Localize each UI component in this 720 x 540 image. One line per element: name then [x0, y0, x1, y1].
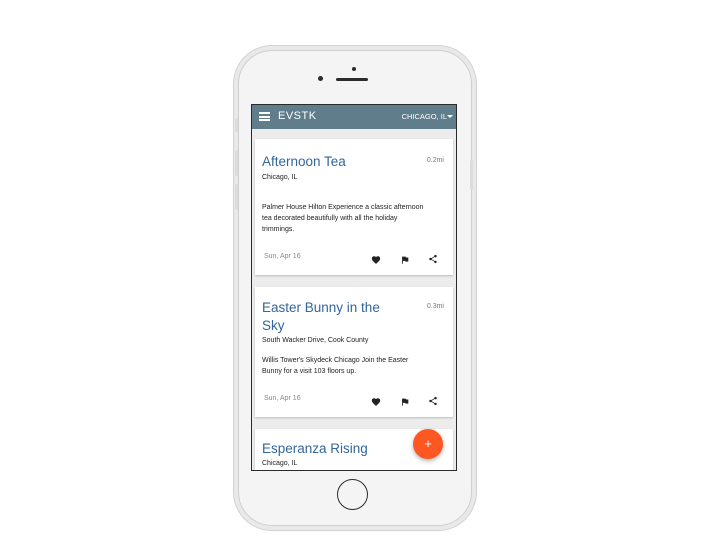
phone-sensor [352, 67, 356, 71]
title-line[interactable]: Easter Bunny in the [262, 299, 380, 317]
share-icon[interactable] [428, 254, 438, 264]
flag-icon[interactable] [400, 397, 410, 407]
event-distance: 0.3mi [426, 303, 444, 310]
event-card[interactable]: Easter Bunny in the Sky 0.3mi South Wack… [255, 287, 453, 417]
app-bar: EVSTK CHICAGO, IL [252, 105, 456, 129]
location-dropdown[interactable]: CHICAGO, IL [402, 112, 447, 121]
phone-speaker [336, 78, 368, 81]
event-title[interactable]: Easter Bunny in the Sky [262, 299, 380, 335]
event-address: Chicago, IL [262, 174, 298, 181]
description-line: Bunny for a visit 103 floors up. [262, 368, 357, 375]
phone-side-button [235, 118, 238, 132]
share-icon[interactable] [428, 396, 438, 406]
flag-icon[interactable] [400, 255, 410, 265]
caret-down-icon[interactable] [447, 115, 453, 118]
event-title[interactable]: Esperanza Rising [262, 440, 368, 458]
event-date: Sun, Apr 16 [264, 395, 301, 402]
description-line: trimmings. [262, 226, 295, 233]
event-description: Willis Tower's Skydeck Chicago Join the … [262, 355, 446, 377]
event-distance: 0.2mi [426, 157, 444, 164]
event-address: Chicago, IL [262, 460, 298, 467]
phone-camera [318, 76, 323, 81]
heart-icon[interactable] [371, 255, 381, 265]
title-line[interactable]: Sky [262, 317, 380, 335]
phone-power-button [470, 160, 473, 190]
add-event-button[interactable]: + [413, 429, 443, 459]
phone-volume-down [235, 184, 238, 210]
heart-icon[interactable] [371, 397, 381, 407]
event-description: Palmer House Hilton Experience a classic… [262, 202, 446, 235]
event-date: Sun, Apr 16 [264, 253, 301, 260]
event-card[interactable]: Afternoon Tea 0.2mi Chicago, IL Palmer H… [255, 139, 453, 275]
phone-home-button[interactable] [337, 479, 368, 510]
phone-volume-up [235, 150, 238, 176]
description-line: Willis Tower's Skydeck Chicago Join the … [262, 357, 409, 364]
description-line: tea decorated beautifully with all the h… [262, 215, 398, 222]
app-screen: EVSTK CHICAGO, IL Afternoon Tea 0.2mi Ch… [251, 104, 457, 471]
menu-icon[interactable] [259, 112, 270, 121]
event-address: South Wacker Drive, Cook County [262, 337, 369, 344]
description-line: Palmer House Hilton Experience a classic… [262, 204, 424, 211]
app-title: EVSTK [278, 110, 317, 122]
event-title[interactable]: Afternoon Tea [262, 153, 346, 171]
